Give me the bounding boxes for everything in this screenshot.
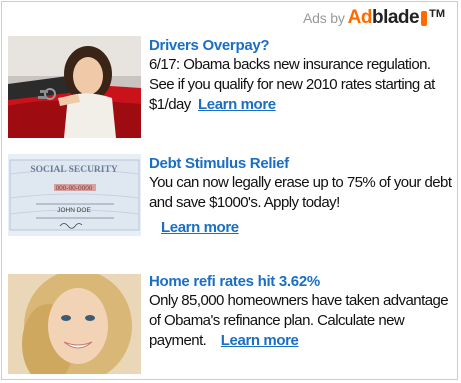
ad-body: Only 85,000 homeowners have taken advant…: [149, 292, 449, 349]
card-title: SOCIAL SECURITY: [30, 165, 118, 175]
ad-image-social-security-card[interactable]: SOCIAL SECURITY 000-00-0000 JOHN DOE: [8, 154, 141, 236]
card-number: 000-00-0000: [56, 185, 93, 192]
ad-headline[interactable]: Home refi rates hit 3.62%: [149, 272, 452, 291]
ad-widget: Ads by Adblade TM Drivers Overpay? 6/17:…: [1, 1, 458, 380]
ads-by-adblade[interactable]: Ads by Adblade TM: [303, 7, 445, 29]
card-name: JOHN DOE: [57, 207, 91, 214]
learn-more-link[interactable]: Learn more: [161, 219, 239, 236]
ad-link-row: Learn more: [149, 219, 452, 237]
ad-body: You can now legally erase up to 75% of y…: [149, 174, 452, 211]
ad-content: Drivers Overpay? 6/17: Obama backs new i…: [149, 36, 452, 115]
learn-more-link[interactable]: Learn more: [221, 332, 299, 349]
ad-image-woman-car-keys[interactable]: [8, 36, 141, 138]
ad-item[interactable]: Drivers Overpay? 6/17: Obama backs new i…: [8, 36, 452, 152]
ad-headline[interactable]: Debt Stimulus Relief: [149, 154, 452, 173]
trademark: TM: [429, 8, 445, 20]
ad-headline[interactable]: Drivers Overpay?: [149, 36, 452, 55]
ad-item[interactable]: SOCIAL SECURITY 000-00-0000 JOHN DOE Deb…: [8, 154, 452, 264]
ads-by-label: Ads by: [303, 10, 345, 26]
ad-item[interactable]: Home refi rates hit 3.62% Only 85,000 ho…: [8, 272, 452, 376]
adblade-logo[interactable]: Adblade: [348, 7, 420, 29]
ad-content: Home refi rates hit 3.62% Only 85,000 ho…: [149, 272, 452, 351]
ad-body: 6/17: Obama backs new insurance regulati…: [149, 56, 435, 113]
ad-content: Debt Stimulus Relief You can now legally…: [149, 154, 452, 237]
adblade-mark-icon: [421, 10, 428, 26]
learn-more-link[interactable]: Learn more: [198, 96, 276, 113]
ad-image-smiling-woman[interactable]: [8, 274, 141, 374]
